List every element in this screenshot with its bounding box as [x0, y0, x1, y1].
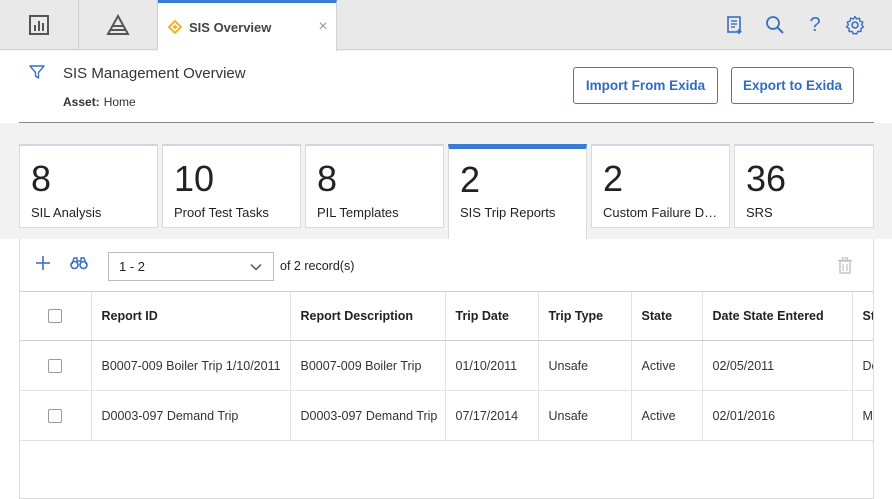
column-header-truncated[interactable]: St — [852, 291, 873, 341]
report-icon — [727, 16, 742, 34]
settings-button[interactable] — [835, 0, 875, 50]
grid-toolbar: 1 - 2 of 2 record(s) — [20, 239, 873, 291]
record-total: 2 — [293, 259, 301, 273]
search-icon — [766, 16, 784, 34]
card-count: 36 — [746, 158, 787, 199]
trip-reports-grid: 1 - 2 of 2 record(s) Report ID Report De… — [19, 239, 874, 499]
help-icon: ? — [809, 13, 821, 36]
help-button[interactable]: ? — [795, 0, 835, 50]
report-description-cell: B0007-009 Boiler Trip — [290, 340, 446, 391]
diamond-icon — [168, 20, 182, 34]
card-label: PIL Templates — [317, 205, 399, 220]
range-value: 1 - 2 — [119, 259, 146, 274]
card-label: Proof Test Tasks — [174, 205, 269, 220]
date-state-entered-cell: 02/05/2011 — [702, 340, 853, 391]
row-select-cell — [20, 340, 92, 391]
card-srs[interactable]: 36 SRS — [734, 144, 874, 228]
records-label: record(s) — [304, 259, 355, 273]
hierarchy-tab[interactable] — [79, 0, 158, 50]
search-button[interactable] — [755, 0, 795, 50]
card-sis-trip-reports[interactable]: 2 SIS Trip Reports — [448, 144, 587, 239]
export-to-exida-button[interactable]: Export to Exida — [731, 67, 854, 104]
of-label: of — [280, 259, 291, 273]
asset-line: Asset: Home — [63, 95, 136, 109]
top-tab-bar: SIS Overview × ? — [0, 0, 892, 51]
card-count: 2 — [603, 158, 624, 199]
card-count: 8 — [317, 158, 338, 199]
trip-type-cell: Unsafe — [538, 340, 632, 391]
table-header-row: Report ID Report Description Trip Date T… — [20, 291, 873, 341]
tab-sis-overview[interactable]: SIS Overview × — [158, 0, 337, 51]
trip-date-cell: 07/17/2014 — [445, 390, 539, 441]
trash-icon[interactable] — [837, 257, 853, 274]
report-id-link[interactable]: B0007-009 Boiler Trip 1/10/2011 — [91, 340, 291, 391]
tab-label: SIS Overview — [189, 19, 272, 35]
card-label: SIS Trip Reports — [460, 205, 556, 220]
row-select-cell — [20, 390, 92, 441]
record-range-select[interactable]: 1 - 2 — [108, 252, 274, 281]
column-header-report-id[interactable]: Report ID — [91, 291, 291, 341]
card-count: 8 — [31, 158, 52, 199]
trip-date-cell: 01/10/2011 — [445, 340, 539, 391]
column-header-date-state-entered[interactable]: Date State Entered — [702, 291, 853, 341]
summary-cards: 8 SIL Analysis 10 Proof Test Tasks 8 PIL… — [0, 123, 892, 239]
truncated-cell: M — [852, 390, 873, 441]
card-proof-test-tasks[interactable]: 10 Proof Test Tasks — [162, 144, 301, 228]
close-tab-icon[interactable]: × — [310, 18, 336, 36]
card-label: SIL Analysis — [31, 205, 102, 220]
date-state-entered-cell: 02/01/2016 — [702, 390, 853, 441]
state-cell: Active — [631, 390, 703, 441]
select-all-checkbox[interactable] — [48, 309, 63, 324]
truncated-cell: De — [852, 340, 873, 391]
card-count: 10 — [174, 158, 215, 199]
card-count: 2 — [460, 159, 481, 200]
column-header-trip-type[interactable]: Trip Type — [538, 291, 632, 341]
table-row: B0007-009 Boiler Trip 1/10/2011 B0007-00… — [20, 340, 873, 391]
report-id-link[interactable]: D0003-097 Demand Trip — [91, 390, 291, 441]
asset-value: Home — [103, 95, 136, 109]
select-all-cell — [20, 291, 92, 341]
import-from-exida-button[interactable]: Import From Exida — [573, 67, 718, 104]
filter-icon[interactable] — [29, 64, 45, 80]
dashboard-icon — [29, 15, 49, 35]
dashboard-tab[interactable] — [0, 0, 79, 50]
hierarchy-icon — [106, 14, 130, 35]
record-count: of 2 record(s) — [280, 259, 354, 273]
table-row: D0003-097 Demand Trip D0003-097 Demand T… — [20, 390, 873, 441]
card-custom-failure-data[interactable]: 2 Custom Failure Data — [591, 144, 730, 228]
column-header-report-description[interactable]: Report Description — [290, 291, 446, 341]
trip-reports-table: Report ID Report Description Trip Date T… — [20, 291, 873, 441]
card-label: Custom Failure Data — [603, 205, 721, 220]
column-header-state[interactable]: State — [631, 291, 703, 341]
binoculars-icon[interactable] — [70, 255, 88, 271]
card-pil-templates[interactable]: 8 PIL Templates — [305, 144, 444, 228]
report-button[interactable] — [715, 0, 755, 50]
row-checkbox[interactable] — [48, 408, 63, 423]
asset-label: Asset: — [63, 95, 100, 109]
card-label: SRS — [746, 205, 773, 220]
gear-icon — [845, 15, 865, 35]
report-description-cell: D0003-097 Demand Trip — [290, 390, 446, 441]
page-title: SIS Management Overview — [63, 65, 246, 82]
trip-type-cell: Unsafe — [538, 390, 632, 441]
column-header-trip-date[interactable]: Trip Date — [445, 291, 539, 341]
add-icon[interactable] — [35, 255, 51, 271]
state-cell: Active — [631, 340, 703, 391]
card-sil-analysis[interactable]: 8 SIL Analysis — [19, 144, 158, 228]
row-checkbox[interactable] — [48, 358, 63, 373]
chevron-down-icon — [250, 263, 262, 271]
page-header: SIS Management Overview Asset: Home Impor… — [0, 51, 892, 123]
main-panel: SIS Management Overview Asset: Home Impor… — [0, 51, 892, 499]
